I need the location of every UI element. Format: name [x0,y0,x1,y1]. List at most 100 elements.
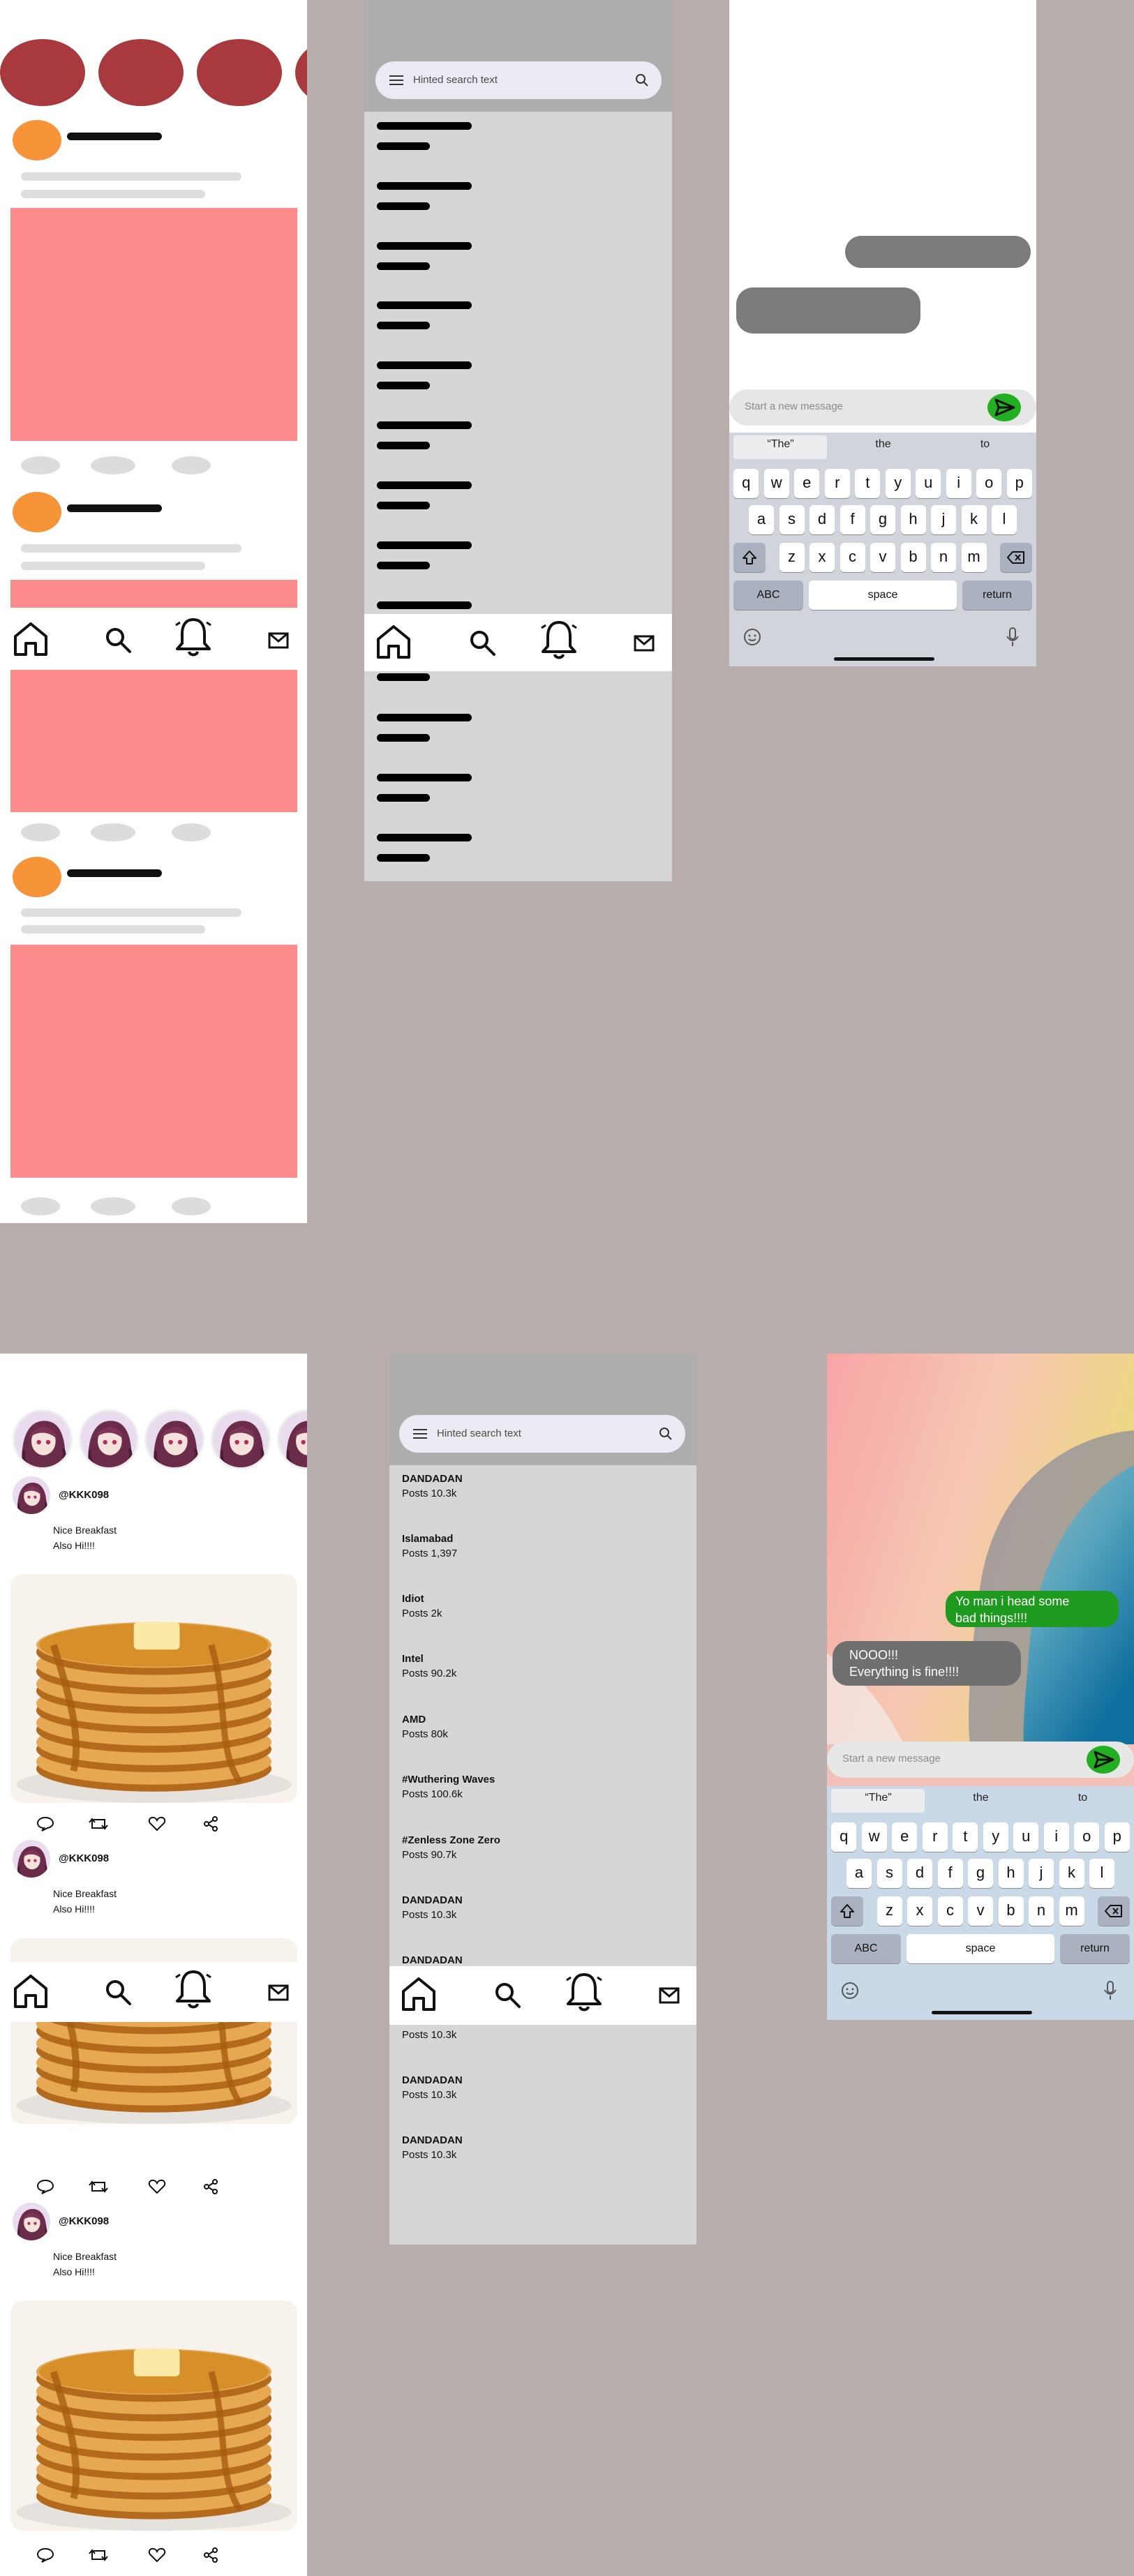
action-placeholder[interactable] [172,823,211,841]
share-icon[interactable] [202,2547,219,2567]
key-k[interactable]: k [961,505,987,534]
key-y[interactable]: y [983,1822,1008,1852]
action-placeholder[interactable] [91,1197,135,1215]
shift-key[interactable] [733,543,766,572]
suggestion-item[interactable]: the [832,438,934,451]
key-u[interactable]: u [1013,1822,1039,1852]
key-i[interactable]: i [1043,1822,1069,1852]
repost-icon[interactable] [88,2178,109,2199]
post-handle[interactable]: @KKK098 [59,1489,109,1501]
post-handle[interactable]: @KKK098 [59,2215,109,2227]
suggestion-item[interactable]: “The” [827,1792,930,1804]
search-icon[interactable] [635,73,649,87]
mail-icon[interactable] [659,1987,680,2004]
key-r[interactable]: r [824,469,850,498]
bell-icon[interactable] [173,1968,214,2011]
key-z[interactable]: z [779,543,805,572]
search-icon[interactable] [105,1979,133,2007]
story-placeholder[interactable] [295,39,307,106]
like-icon[interactable] [148,2178,166,2199]
home-icon[interactable] [11,620,50,659]
key-e[interactable]: e [892,1822,918,1852]
trending-topic[interactable]: Islamabad Posts 1,397 [402,1532,457,1562]
story-placeholder[interactable] [197,39,282,106]
key-l[interactable]: l [992,505,1017,534]
key-w[interactable]: w [763,469,789,498]
key-w[interactable]: w [861,1822,887,1852]
message-input[interactable]: Start a new message [827,1742,1134,1778]
key-d[interactable]: d [907,1859,932,1888]
message-input[interactable]: Start a new message [729,389,1036,426]
avatar[interactable] [13,1476,50,1514]
share-icon[interactable] [202,1815,219,1836]
action-placeholder[interactable] [172,456,211,474]
avatar-placeholder[interactable] [13,857,61,897]
action-placeholder[interactable] [91,456,135,474]
key-x[interactable]: x [907,1896,932,1926]
avatar[interactable] [13,2203,50,2240]
key-f[interactable]: f [937,1859,963,1888]
mail-icon[interactable] [268,1984,289,2001]
like-icon[interactable] [148,1815,166,1836]
comment-icon[interactable] [36,2178,54,2199]
key-p[interactable]: p [1006,469,1032,498]
shift-key[interactable] [831,1896,863,1926]
action-placeholder[interactable] [172,1197,211,1215]
space-key[interactable]: space [907,1934,1054,1963]
microphone-icon[interactable] [1006,627,1020,651]
key-q[interactable]: q [733,469,759,498]
abc-key[interactable]: ABC [733,581,803,610]
emoji-icon[interactable] [743,628,761,650]
menu-icon[interactable] [389,75,403,86]
key-j[interactable]: j [931,505,956,534]
key-u[interactable]: u [916,469,941,498]
backspace-key[interactable] [1000,543,1032,572]
trending-topic[interactable]: DANDADAN Posts 10.3k [402,1894,463,1923]
trending-topic[interactable]: DANDADAN Posts 10.3k [402,2074,463,2103]
story-avatar[interactable] [79,1409,139,1469]
key-a[interactable]: a [846,1859,872,1888]
bell-icon[interactable] [539,618,579,661]
key-i[interactable]: i [946,469,971,498]
send-button[interactable] [1087,1746,1120,1774]
microphone-icon[interactable] [1103,1980,1117,2005]
comment-icon[interactable] [36,1815,54,1836]
avatar-placeholder[interactable] [13,120,61,160]
backspace-key[interactable] [1098,1896,1130,1926]
send-button[interactable] [987,394,1021,421]
suggestion-item[interactable]: to [934,438,1036,451]
key-d[interactable]: d [810,505,835,534]
key-n[interactable]: n [931,543,956,572]
key-o[interactable]: o [976,469,1002,498]
repost-icon[interactable] [88,1815,109,1836]
search-icon[interactable] [494,1982,522,2009]
key-v[interactable]: v [968,1896,993,1926]
key-b[interactable]: b [900,543,926,572]
key-t[interactable]: t [855,469,881,498]
home-icon[interactable] [399,1975,438,2014]
key-m[interactable]: m [1059,1896,1084,1926]
like-icon[interactable] [148,2547,166,2567]
key-l[interactable]: l [1089,1859,1114,1888]
space-key[interactable]: space [809,581,957,610]
key-r[interactable]: r [922,1822,948,1852]
key-g[interactable]: g [968,1859,993,1888]
search-icon[interactable] [659,1427,673,1441]
key-f[interactable]: f [840,505,865,534]
abc-key[interactable]: ABC [831,1934,901,1963]
action-placeholder[interactable] [21,1197,60,1215]
mail-icon[interactable] [268,632,289,649]
key-a[interactable]: a [749,505,774,534]
avatar-placeholder[interactable] [13,492,61,532]
key-o[interactable]: o [1074,1822,1100,1852]
trending-topic[interactable]: #Zenless Zone Zero Posts 90.7k [402,1834,500,1863]
key-h[interactable]: h [998,1859,1024,1888]
key-g[interactable]: g [870,505,895,534]
trending-topic[interactable]: Intel Posts 90.2k [402,1652,456,1682]
action-placeholder[interactable] [21,456,60,474]
bell-icon[interactable] [564,1970,604,2014]
story-avatar[interactable] [144,1409,204,1469]
return-key[interactable]: return [1060,1934,1130,1963]
search-bar[interactable]: Hinted search text [399,1415,685,1453]
key-n[interactable]: n [1029,1896,1054,1926]
